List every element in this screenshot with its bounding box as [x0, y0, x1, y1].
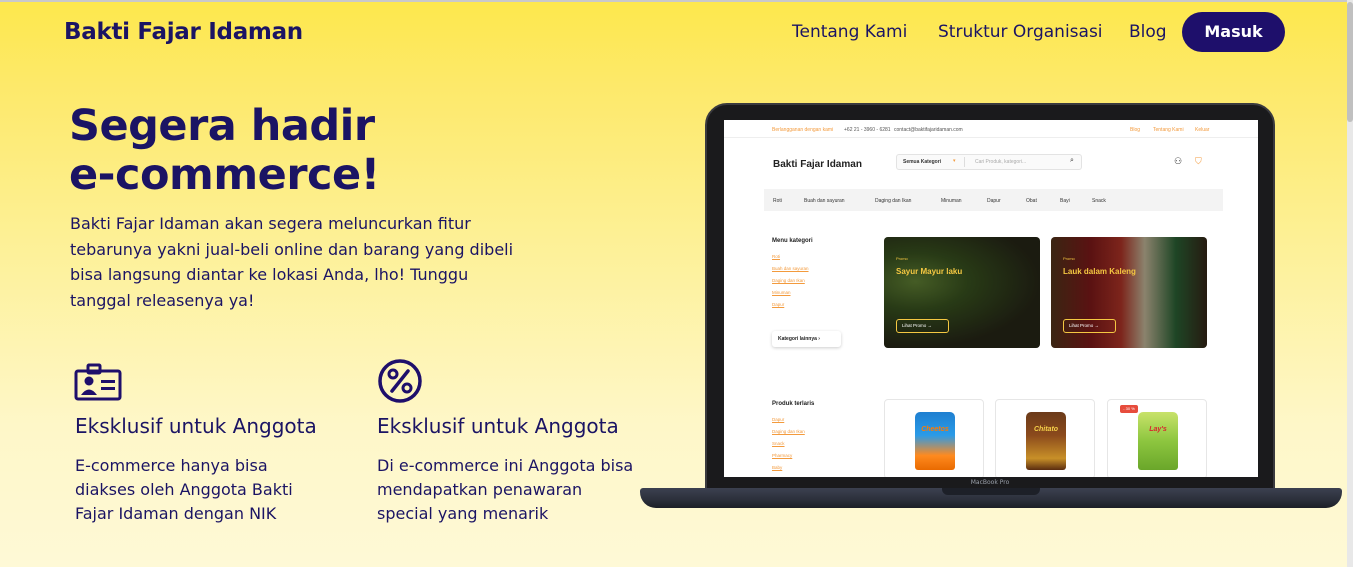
mini-menu-item: Dapur [987, 198, 1001, 204]
mini-user-icon: ⚇ [1174, 156, 1183, 166]
mini-promo-button: Lihat Promo → [896, 319, 949, 333]
percent-icon [377, 358, 423, 408]
mini-toplink-tentang-kami: Tentang Kami [1153, 127, 1184, 133]
mini-search-separator [964, 157, 965, 167]
laptop-model-label: MacBook Pro [970, 479, 1010, 486]
hero-description: Bakti Fajar Idaman akan segera meluncurk… [70, 214, 514, 310]
mini-promo-button: Lihat Promo → [1063, 319, 1116, 333]
laptop-screen: Berlangganan dengan kami +62 21 - 3960 -… [724, 120, 1258, 477]
mini-toplink-keluar: Keluar [1195, 127, 1210, 133]
mini-promo-tag: Promo [896, 256, 908, 261]
mini-product-brand: Chitato [1033, 426, 1059, 433]
mini-category-item: Minuman [772, 290, 791, 295]
feature-description-special-offers: Di e-commerce ini Anggota bisa mendapatk… [377, 456, 634, 523]
mini-search-placeholder: Cari Produk, kategori... [975, 159, 1027, 165]
mini-menu-item: Daging dan Ikan [875, 198, 912, 204]
mini-category-item: Dapur [772, 302, 785, 307]
mini-brand: Bakti Fajar Idaman [773, 159, 862, 170]
mini-top-left-text: Berlangganan dengan kami [772, 127, 834, 133]
feature-title-special-offers: Eksklusif untuk Anggota [377, 414, 619, 438]
mini-category-item: Buah dan sayuran [772, 266, 809, 271]
mini-product-brand: Cheetos [921, 426, 949, 433]
mini-menu-item: Bayi [1060, 198, 1070, 204]
nav-link-blog[interactable]: Blog [1129, 22, 1167, 42]
mini-search-icon: ⌕ [1070, 157, 1074, 164]
mini-menu-item: Minuman [941, 198, 962, 204]
page-scrollbar[interactable] [1347, 0, 1353, 567]
mini-more-categories-button: Kategori lainnya › [772, 331, 841, 347]
mini-promo-tag: Promo [1063, 256, 1075, 261]
hero-title-line-2: e-commerce! [69, 150, 380, 200]
mini-bestseller-item: Daging dan Ikan [772, 429, 805, 434]
mini-menu-item: Roti [773, 198, 782, 204]
mini-bestseller-item: Baby [772, 465, 783, 470]
mini-category-heading: Menu kategori [772, 238, 813, 244]
mini-promo-button-label: Lihat Promo [1069, 323, 1094, 328]
mini-product-card: - 30 % Lay's [1107, 399, 1207, 477]
scrollbar-thumb[interactable] [1347, 2, 1353, 122]
mini-bestseller-item: Pharmacy [772, 453, 793, 458]
mini-more-categories-label: Kategori lainnya [778, 336, 817, 342]
id-card-icon [74, 361, 122, 405]
mini-bestseller-item: Snack [772, 441, 785, 446]
mini-cart-icon: ⛉ [1195, 156, 1202, 166]
mini-promo-card-canned: Promo Lauk dalam Kaleng Lihat Promo → [1051, 237, 1207, 348]
mini-category-item: Daging dan Ikan [772, 278, 805, 283]
hero-title-line-1: Segera hadir [69, 101, 375, 151]
nav-link-tentang-kami[interactable]: Tentang Kami [792, 22, 907, 42]
brand-logo-text[interactable]: Bakti Fajar Idaman [64, 19, 303, 45]
feature-title-members-only: Eksklusif untuk Anggota [75, 414, 317, 438]
mini-discount-badge: - 30 % [1120, 405, 1138, 413]
mini-chevron-down-icon: ▾ [953, 158, 956, 164]
mini-promo-card-vegetables: Promo Sayur Mayur laku Lihat Promo → [884, 237, 1040, 348]
laptop-mockup-image: Berlangganan dengan kami +62 21 - 3960 -… [640, 101, 1342, 513]
laptop-notch [942, 488, 1040, 495]
mini-product-image: Lay's [1138, 412, 1178, 470]
hero-title: Segera hadir e-commerce! [69, 102, 380, 200]
mini-menu-item: Obat [1026, 198, 1037, 204]
mini-category-select: Semua Kategori [903, 159, 942, 165]
mini-bestseller-heading: Produk terlaris [772, 401, 815, 407]
mini-divider [724, 137, 1258, 138]
login-button[interactable]: Masuk [1182, 12, 1285, 52]
mini-phone-text: +62 21 - 3960 - 6281 [844, 127, 891, 133]
mini-product-brand: Lay's [1149, 426, 1167, 433]
mini-promo-title: Lauk dalam Kaleng [1063, 267, 1136, 276]
mini-product-card: Cheetos [884, 399, 984, 477]
mini-promo-button-label: Lihat Promo [902, 323, 927, 328]
mini-product-image: Cheetos [915, 412, 955, 470]
mini-menu-item: Buah dan sayuran [804, 198, 845, 204]
mini-bestseller-item: Dapur [772, 417, 785, 422]
mini-product-image: Chitato [1026, 412, 1066, 470]
mini-menu-item: Snack [1092, 198, 1106, 204]
mini-category-item: Roti [772, 254, 781, 259]
mini-product-card: Chitato [995, 399, 1095, 477]
mini-email-text: contact@baktifajaridaman.com [894, 127, 963, 133]
mini-toplink-blog: Blog [1130, 127, 1141, 133]
mini-promo-title: Sayur Mayur laku [896, 267, 963, 276]
site-header: Bakti Fajar Idaman Tentang Kami Struktur… [0, 2, 1347, 64]
feature-description-members-only: E-commerce hanya bisa diakses oleh Anggo… [75, 456, 293, 523]
nav-link-struktur-organisasi[interactable]: Struktur Organisasi [938, 22, 1103, 42]
